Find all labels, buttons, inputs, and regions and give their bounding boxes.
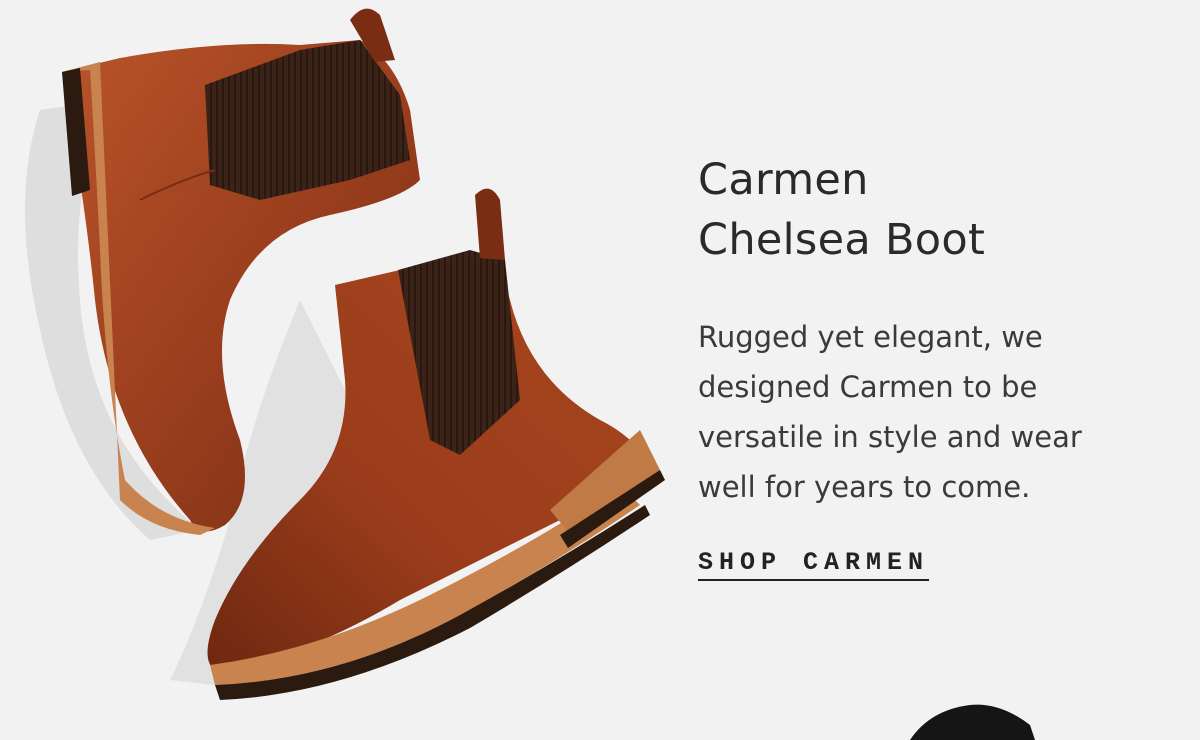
title-line-1: Carmen (698, 155, 869, 205)
shop-carmen-link[interactable]: SHOP CARMEN (698, 548, 930, 581)
chelsea-boots-image (25, 8, 665, 700)
title-line-2: Chelsea Boot (698, 215, 986, 265)
product-title: Carmen Chelsea Boot (698, 150, 1158, 270)
product-hero: Carmen Chelsea Boot Rugged yet elegant, … (0, 0, 1200, 740)
product-copy: Carmen Chelsea Boot Rugged yet elegant, … (698, 150, 1158, 581)
next-product-image-peek (910, 704, 1035, 740)
product-description: Rugged yet elegant, we designed Carmen t… (698, 320, 1082, 504)
